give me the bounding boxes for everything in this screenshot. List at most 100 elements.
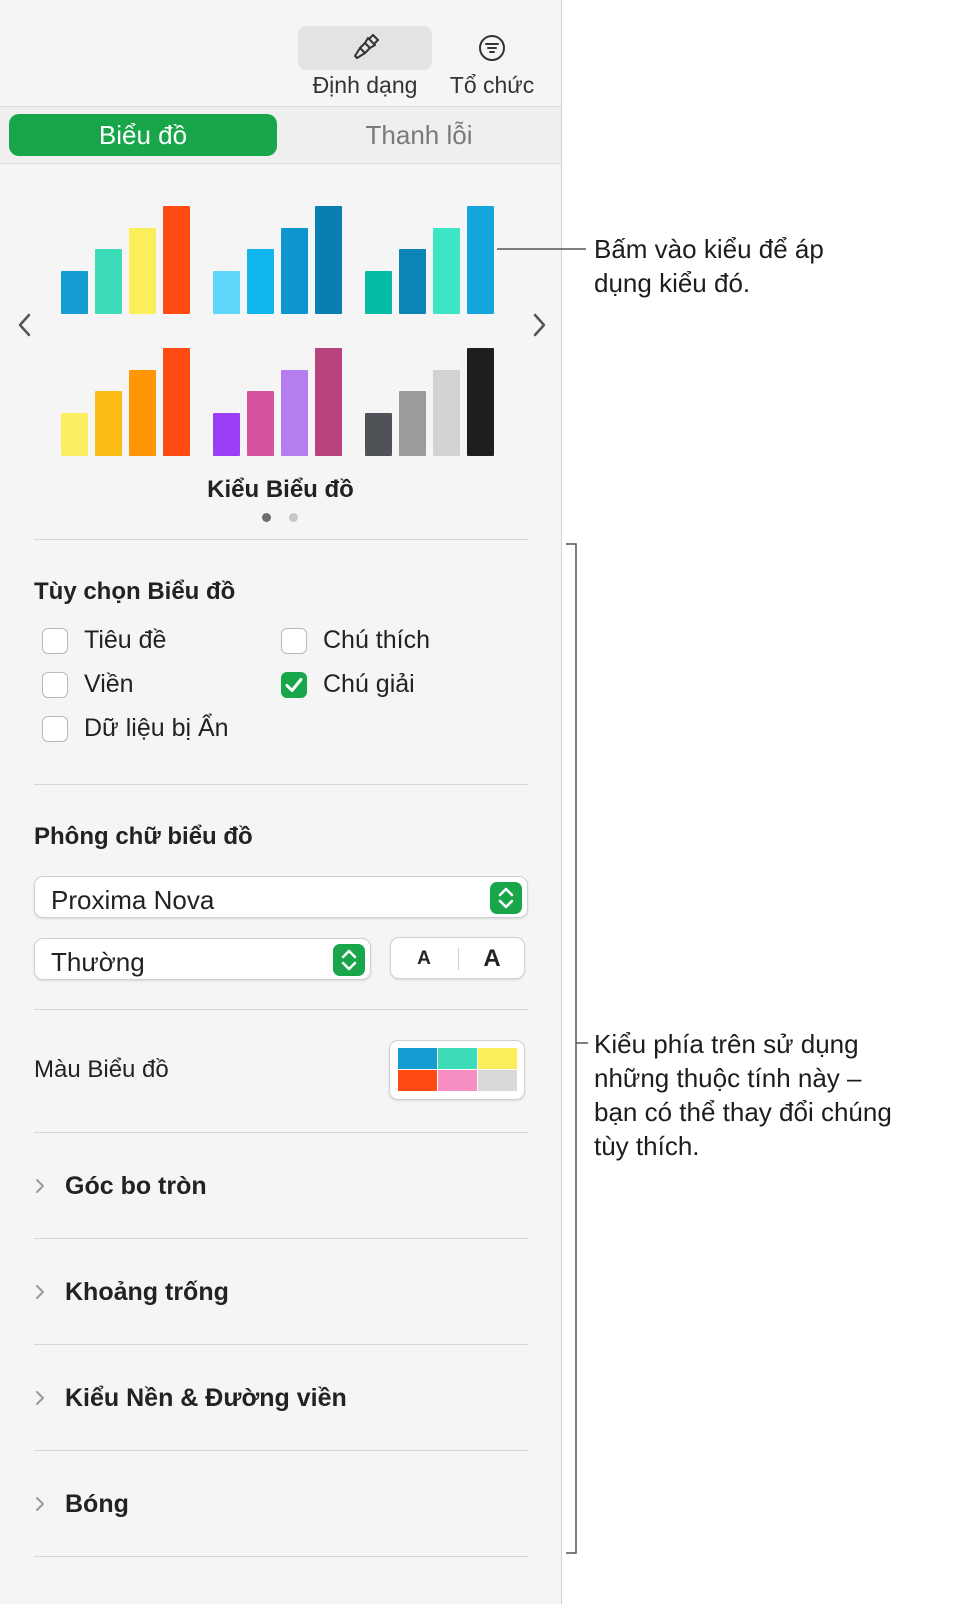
- style-preview-bar: [433, 370, 460, 456]
- chevron-right-icon: [36, 1497, 44, 1511]
- checkbox-label: Dữ liệu bị Ẩn: [84, 714, 229, 742]
- style-preview-bar: [315, 206, 342, 314]
- format-sidebar: Định dạng Tổ chức Biểu đồ Thanh lỗi Kiểu…: [0, 0, 562, 1604]
- style-preview-bar: [281, 228, 308, 314]
- chart-style-5[interactable]: [213, 336, 353, 456]
- checkmark-icon: [285, 677, 302, 692]
- tab-error-bars[interactable]: Thanh lỗi: [285, 114, 553, 156]
- properties-callout: Kiểu phía trên sử dụng những thuộc tính …: [594, 1027, 892, 1163]
- increase-font-size-button[interactable]: A: [459, 938, 525, 980]
- styles-callout: Bấm vào kiểu để áp dụng kiểu đó.: [594, 232, 824, 300]
- style-preview-bar: [95, 391, 122, 456]
- style-preview-bar: [399, 249, 426, 314]
- section-shadow[interactable]: Bóng: [34, 1484, 528, 1524]
- section-background-border[interactable]: Kiểu Nền & Đường viền: [34, 1378, 528, 1418]
- chart-colors-label: Màu Biểu đồ: [34, 1056, 169, 1083]
- style-preview-bar: [365, 271, 392, 314]
- tab-bar: Biểu đồ Thanh lỗi: [0, 107, 561, 164]
- callout-line: Kiểu phía trên sử dụng: [594, 1029, 859, 1059]
- style-preview-bar: [247, 391, 274, 456]
- style-preview-bar: [213, 271, 240, 314]
- chevron-right-icon: [36, 1179, 44, 1193]
- style-preview-bar: [467, 206, 494, 314]
- chevron-right-icon: [36, 1285, 44, 1299]
- organize-button[interactable]: Tổ chức: [440, 26, 544, 102]
- section-label: Khoảng trống: [65, 1278, 229, 1306]
- chevron-right-icon: [36, 1391, 44, 1405]
- checkbox-box[interactable]: [42, 672, 68, 698]
- callout-line: Bấm vào kiểu để áp: [594, 234, 824, 264]
- chart-font-title: Phông chữ biểu đồ: [34, 823, 253, 850]
- font-family-value: Proxima Nova: [51, 885, 215, 915]
- style-preview-bar: [365, 413, 392, 456]
- section-label: Kiểu Nền & Đường viền: [65, 1384, 347, 1412]
- checkbox-box[interactable]: [42, 628, 68, 654]
- page-dot-1[interactable]: [262, 513, 271, 522]
- style-preview-bar: [247, 249, 274, 314]
- color-swatch: [478, 1048, 517, 1069]
- chart-colors-button[interactable]: [389, 1040, 525, 1100]
- chart-options-title: Tùy chọn Biểu đồ: [34, 578, 236, 605]
- style-preview-bar: [433, 228, 460, 314]
- checkbox-box[interactable]: [281, 628, 307, 654]
- style-preview-bar: [399, 391, 426, 456]
- filter-list-icon: [479, 35, 505, 61]
- style-preview-bar: [95, 249, 122, 314]
- checkbox-label: Chú giải: [323, 670, 415, 698]
- chevron-right-icon[interactable]: [527, 310, 551, 340]
- style-preview-bar: [213, 413, 240, 456]
- chart-styles-title: Kiểu Biểu đồ: [207, 476, 354, 503]
- tab-chart[interactable]: Biểu đồ: [9, 114, 277, 156]
- chart-style-2[interactable]: [213, 194, 353, 314]
- style-preview-bar: [163, 348, 190, 456]
- callout-line: dụng kiểu đó.: [594, 268, 751, 298]
- divider: [34, 1556, 528, 1557]
- checkbox-label: Chú thích: [323, 626, 431, 654]
- decrease-font-size-button[interactable]: A: [391, 938, 457, 980]
- style-preview-bar: [163, 206, 190, 314]
- chart-styles-gallery: Kiểu Biểu đồ: [0, 164, 561, 544]
- up-down-arrows-icon: [333, 944, 365, 976]
- format-button-label: Định dạng: [312, 72, 418, 98]
- divider: [34, 784, 528, 785]
- font-family-popup[interactable]: Proxima Nova: [34, 876, 528, 918]
- callout-line: tùy thích.: [594, 1131, 700, 1161]
- callout-line: những thuộc tính này –: [594, 1063, 862, 1093]
- style-preview-bar: [315, 348, 342, 456]
- organize-button-label: Tổ chức: [449, 72, 535, 98]
- chevron-left-icon[interactable]: [13, 310, 37, 340]
- paintbrush-icon: [354, 34, 379, 59]
- style-preview-bar: [467, 348, 494, 456]
- checkbox-box[interactable]: [42, 716, 68, 742]
- chart-style-4[interactable]: [61, 336, 201, 456]
- format-button[interactable]: Định dạng: [298, 26, 432, 102]
- color-swatch: [478, 1070, 517, 1091]
- checkbox-box-checked[interactable]: [281, 672, 307, 698]
- color-swatch: [438, 1048, 477, 1069]
- section-label: Góc bo tròn: [65, 1172, 207, 1200]
- color-swatch: [398, 1048, 437, 1069]
- style-preview-bar: [61, 413, 88, 456]
- divider: [34, 1132, 528, 1133]
- callout-line: bạn có thể thay đổi chúng: [594, 1097, 892, 1127]
- divider: [34, 1450, 528, 1451]
- color-swatch: [398, 1070, 437, 1091]
- style-preview-bar: [61, 271, 88, 314]
- font-style-value: Thường: [51, 947, 145, 977]
- chart-style-6[interactable]: [365, 336, 505, 456]
- chart-style-1[interactable]: [61, 194, 201, 314]
- page-dot-2[interactable]: [289, 513, 298, 522]
- style-preview-bar: [129, 228, 156, 314]
- section-spacing[interactable]: Khoảng trống: [34, 1272, 528, 1312]
- inspector-toolbar: Định dạng Tổ chức: [0, 0, 561, 107]
- chart-style-3[interactable]: [365, 194, 505, 314]
- divider: [34, 1344, 528, 1345]
- font-size-control: A A: [390, 937, 525, 979]
- style-preview-bar: [281, 370, 308, 456]
- section-rounded-corners[interactable]: Góc bo tròn: [34, 1166, 528, 1206]
- checkbox-label: Viền: [84, 670, 134, 698]
- style-preview-bar: [129, 370, 156, 456]
- color-swatch: [438, 1070, 477, 1091]
- divider: [34, 539, 528, 540]
- font-style-popup[interactable]: Thường: [34, 938, 371, 980]
